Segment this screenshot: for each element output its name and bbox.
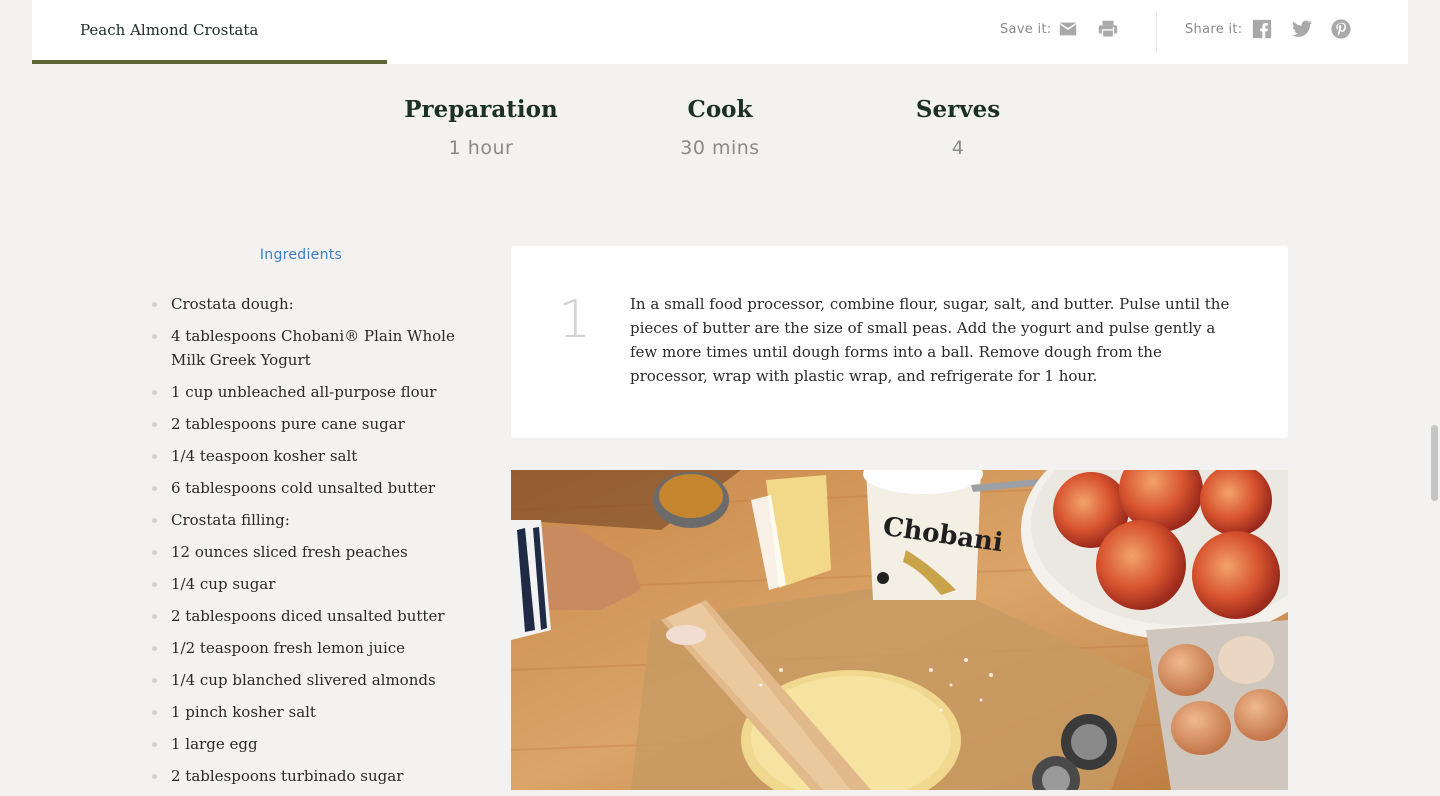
share-label: Share it: (1185, 22, 1243, 37)
mail-icon[interactable] (1057, 18, 1079, 40)
page-scrollbar-thumb[interactable] (1431, 425, 1438, 501)
ingredient-item: 1 large egg (150, 732, 460, 756)
ingredient-item: 12 ounces sliced fresh peaches (150, 540, 460, 564)
ingredient-item: 1/2 teaspoon fresh lemon juice (150, 636, 460, 660)
ingredient-item: 2 tablespoons pure cane sugar (150, 412, 460, 436)
ingredient-item: 1 pinch kosher salt (150, 700, 460, 724)
recipe-header-bar: Peach Almond Crostata Save it: Share it: (32, 0, 1408, 64)
stat-label: Preparation (404, 96, 558, 123)
stat-value: 30 mins (680, 137, 760, 159)
ingredient-item: 1/4 cup sugar (150, 572, 460, 596)
step-number: 1 (558, 290, 592, 350)
ingredient-item: 4 tablespoons Chobani® Plain Whole Milk … (150, 324, 460, 372)
stat-preparation: Preparation 1 hour (361, 96, 601, 159)
print-icon[interactable] (1097, 18, 1119, 40)
header-divider (1156, 12, 1157, 52)
ingredient-item: 2 tablespoons diced unsalted butter (150, 604, 460, 628)
ingredient-item: Crostata dough: (150, 292, 460, 316)
stat-serves: Serves 4 (838, 96, 1078, 159)
recipe-title: Peach Almond Crostata (80, 21, 259, 39)
twitter-icon[interactable] (1290, 18, 1314, 40)
recipe-step-photo: Chobani (511, 470, 1288, 790)
recipe-photo-illustration: Chobani (511, 470, 1288, 790)
reading-progress-bar (32, 60, 387, 64)
pinterest-icon[interactable] (1330, 18, 1352, 40)
step-card: 1 In a small food processor, combine flo… (511, 246, 1288, 438)
step-text: In a small food processor, combine flour… (630, 295, 1230, 385)
ingredient-item: 1/4 teaspoon kosher salt (150, 444, 460, 468)
stat-value: 1 hour (448, 137, 514, 159)
ingredients-heading[interactable]: Ingredients (150, 247, 452, 263)
ingredient-item: 1/4 cup blanched slivered almonds (150, 668, 460, 692)
stat-cook: Cook 30 mins (600, 96, 840, 159)
ingredient-item: 6 tablespoons cold unsalted butter (150, 476, 460, 500)
ingredient-item: 2 tablespoons turbinado sugar (150, 764, 460, 788)
ingredient-item: Crostata filling: (150, 508, 460, 532)
save-label: Save it: (1000, 22, 1052, 37)
stat-label: Cook (687, 96, 753, 123)
stat-label: Serves (915, 96, 1001, 123)
stat-value: 4 (951, 137, 965, 159)
ingredient-item: 1 cup unbleached all-purpose flour (150, 380, 460, 404)
facebook-icon[interactable] (1251, 18, 1273, 40)
ingredients-list: Crostata dough: 4 tablespoons Chobani® P… (150, 292, 460, 796)
